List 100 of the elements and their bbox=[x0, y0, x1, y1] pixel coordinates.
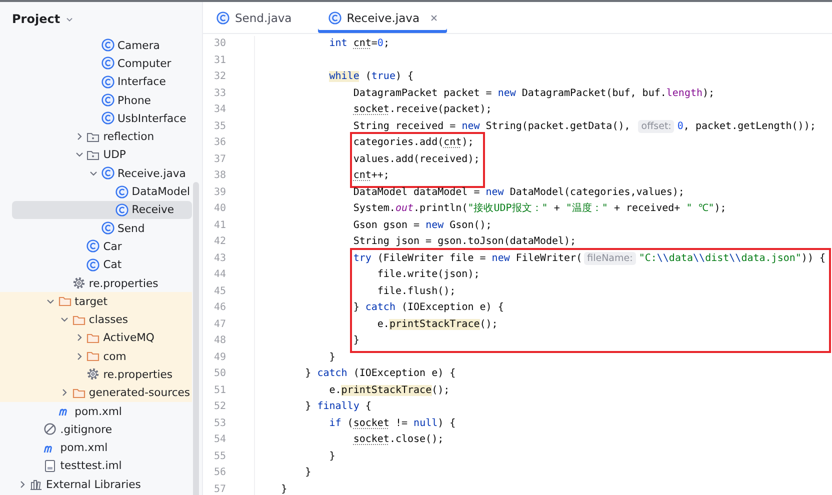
tree-item[interactable]: classes bbox=[0, 310, 192, 329]
class-icon bbox=[216, 10, 230, 24]
tree-item[interactable]: Car bbox=[12, 237, 192, 256]
line-number: 35 bbox=[212, 120, 226, 134]
scrollbar-thumb[interactable] bbox=[193, 182, 199, 495]
code-line: categories.add(cnt); bbox=[353, 136, 474, 150]
line-number: 50 bbox=[212, 367, 226, 381]
code-line: DataModel dataModel = new DataModel(categories,values); bbox=[353, 186, 684, 200]
line-number: 34 bbox=[212, 103, 226, 117]
tree-item[interactable]: reflection bbox=[12, 127, 192, 146]
code-line: values.add(received); bbox=[353, 152, 480, 166]
code-line: int cnt=0; bbox=[329, 37, 390, 51]
class-icon bbox=[100, 74, 114, 89]
line-number: 53 bbox=[212, 416, 226, 430]
editor-tab[interactable]: Send.java bbox=[211, 2, 300, 33]
line-number: 39 bbox=[212, 186, 226, 200]
line-number: 32 bbox=[212, 70, 226, 84]
tree-item[interactable]: Cat bbox=[12, 256, 192, 274]
code-line: DatagramPacket packet = new DatagramPacket(buf, buf.length); bbox=[353, 86, 715, 100]
chevron-right-icon[interactable] bbox=[18, 480, 26, 489]
code-line: while (true) { bbox=[329, 70, 414, 84]
line-number: 56 bbox=[212, 466, 226, 480]
code-line: cnt++; bbox=[353, 169, 390, 183]
line-number: 52 bbox=[212, 400, 226, 414]
class-icon bbox=[100, 93, 114, 108]
class-icon bbox=[100, 221, 114, 236]
panel-title[interactable]: Project bbox=[12, 12, 60, 26]
code-line: String json = gson.toJson(dataModel); bbox=[353, 235, 576, 249]
class-icon bbox=[328, 10, 342, 24]
tree-item[interactable]: Receive bbox=[12, 200, 192, 219]
code-line: socket.close(); bbox=[353, 433, 444, 447]
class-icon bbox=[100, 56, 114, 70]
line-number: 38 bbox=[212, 169, 226, 183]
code-line: } catch (IOException e) { bbox=[305, 367, 456, 381]
code-line: file.write(json); bbox=[377, 268, 480, 282]
line-number: 33 bbox=[212, 86, 226, 100]
code-line: if (socket != null) { bbox=[329, 416, 456, 430]
close-icon[interactable] bbox=[428, 12, 438, 22]
line-number: 49 bbox=[212, 350, 226, 364]
line-number: 41 bbox=[212, 218, 226, 232]
tree-item[interactable]: ActiveMQ bbox=[0, 328, 192, 348]
tree-item[interactable]: Computer bbox=[12, 54, 192, 73]
code-line: e.printStackTrace(); bbox=[377, 318, 498, 332]
code-line: Gson gson = new Gson(); bbox=[353, 218, 492, 232]
code-line: } bbox=[329, 450, 336, 464]
tree-item[interactable]: Send bbox=[12, 218, 192, 238]
line-number: 40 bbox=[212, 202, 226, 216]
tree-item[interactable]: DataModel bbox=[12, 182, 192, 201]
tree-item[interactable]: testtest.iml bbox=[12, 456, 192, 476]
prohibited-icon bbox=[43, 422, 58, 436]
editor-tab[interactable]: Receive.java bbox=[318, 2, 446, 33]
tree-item[interactable]: generated-sources bbox=[0, 384, 192, 402]
gear-icon bbox=[72, 276, 86, 290]
tree-item[interactable]: External Libraries bbox=[12, 475, 192, 494]
class-icon bbox=[100, 38, 114, 52]
tree-item[interactable]: target bbox=[0, 292, 192, 310]
code-line: } bbox=[353, 334, 360, 348]
file-icon bbox=[43, 458, 58, 473]
line-number: 44 bbox=[212, 268, 226, 282]
line-number: 37 bbox=[212, 152, 226, 166]
line-number: 57 bbox=[212, 482, 226, 495]
tree-item[interactable]: re.properties bbox=[12, 274, 192, 292]
tree-item[interactable]: re.properties bbox=[0, 365, 192, 384]
line-number: 42 bbox=[212, 235, 226, 249]
tree-item[interactable]: UDP bbox=[12, 146, 192, 164]
chevron-right-icon[interactable] bbox=[74, 132, 84, 142]
code-line: try (FileWriter file = new FileWriter( fileName: "C:\\data\\dist\\data.json")) { bbox=[353, 250, 826, 266]
class-icon bbox=[86, 239, 100, 254]
tree-item[interactable]: pom.xml bbox=[12, 438, 192, 457]
line-number: 54 bbox=[212, 433, 226, 447]
code-line: String received = new String(packet.getData(), offset: 0, packet.getLength()); bbox=[353, 118, 816, 134]
tree-item[interactable]: Camera bbox=[12, 36, 192, 54]
line-number: 30 bbox=[212, 37, 226, 51]
code-line: System.out.println("接收UDP报文：" + "温度：" + received+ " ℃"); bbox=[353, 202, 726, 216]
tree-item[interactable]: pom.xml bbox=[12, 402, 192, 420]
tree-item[interactable]: .gitignore bbox=[12, 420, 192, 439]
gear-icon bbox=[86, 367, 100, 382]
class-icon bbox=[86, 258, 100, 272]
class-icon bbox=[114, 202, 129, 217]
code-line: } catch (IOException e) { bbox=[353, 301, 504, 315]
line-number: 36 bbox=[212, 136, 226, 150]
code-line: } bbox=[329, 350, 336, 364]
tree-item[interactable]: Interface bbox=[12, 72, 192, 91]
books-icon bbox=[29, 477, 43, 492]
line-number: 51 bbox=[212, 384, 226, 398]
tree-item[interactable]: Receive.java bbox=[12, 164, 192, 182]
line-number: 31 bbox=[212, 54, 226, 68]
code-line: } bbox=[305, 466, 312, 480]
code-line: e.printStackTrace(); bbox=[329, 384, 450, 398]
line-number: 55 bbox=[212, 450, 226, 464]
tree-item[interactable]: com bbox=[0, 347, 192, 366]
line-number: 46 bbox=[212, 301, 226, 315]
code-line: file.flush(); bbox=[377, 284, 456, 298]
class-icon bbox=[100, 166, 114, 180]
tree-item[interactable]: Phone bbox=[12, 90, 192, 110]
tree-item[interactable]: UsbInterface bbox=[12, 109, 192, 128]
code-line: socket.receive(packet); bbox=[353, 103, 492, 117]
line-number: 43 bbox=[212, 252, 226, 266]
code-line: } bbox=[281, 482, 288, 495]
chevron-right-icon[interactable] bbox=[60, 388, 70, 398]
